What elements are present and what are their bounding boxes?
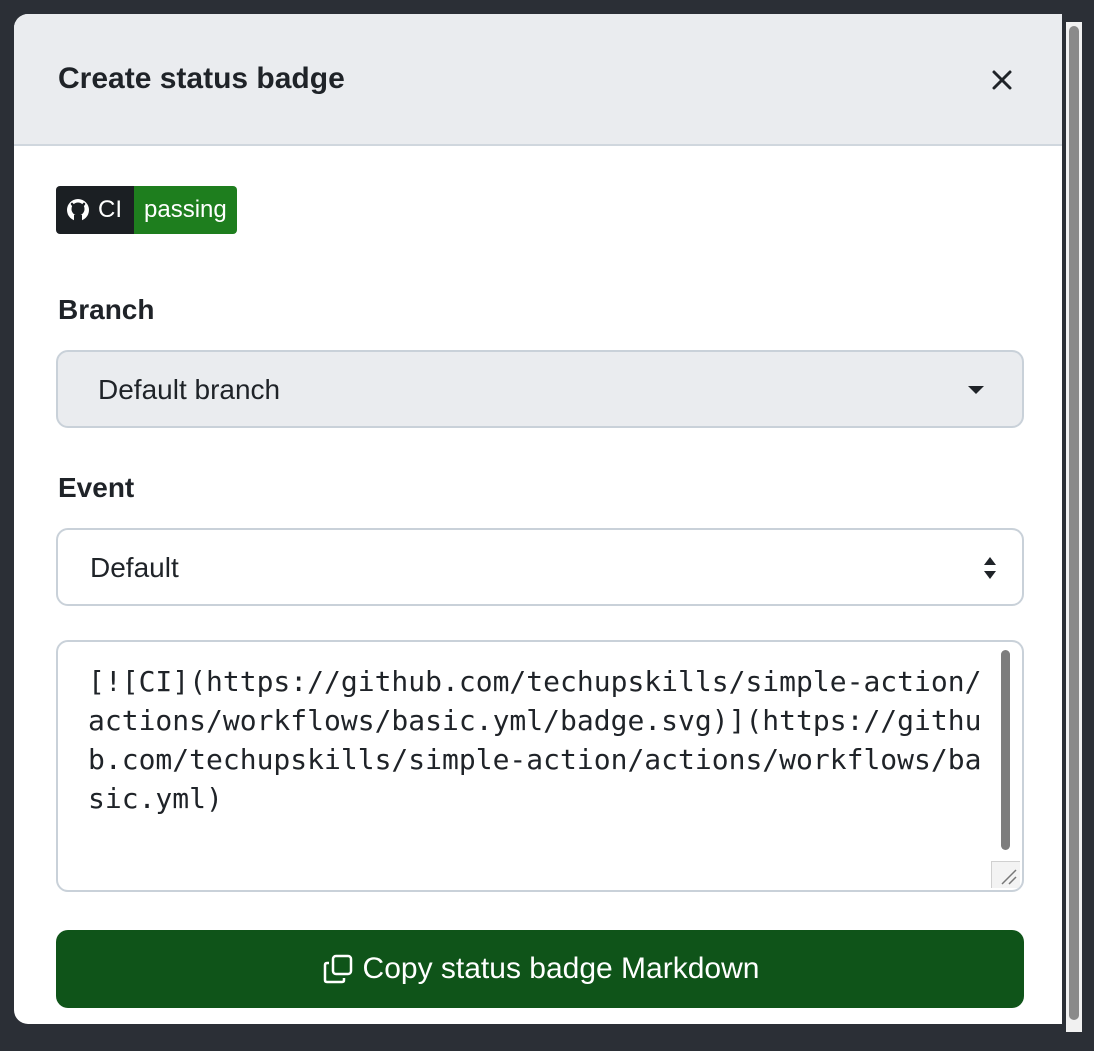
status-badge-dialog: Create status badge CI passing Branch De… [14,14,1062,1024]
markdown-textarea[interactable]: [![CI](https://github.com/techupskills/s… [56,640,1024,892]
event-select-value: Default [90,552,179,583]
copy-markdown-button[interactable]: Copy status badge Markdown [56,930,1024,1008]
textarea-resize-handle[interactable] [991,861,1020,888]
badge-status-section: passing [134,186,237,234]
branch-label: Branch [58,294,155,325]
chevron-down-icon [968,386,984,394]
badge-status: passing [144,196,227,223]
copy-icon [323,954,352,984]
textarea-scrollbar[interactable] [996,648,1014,858]
page-scrollbar[interactable] [1066,22,1082,1032]
event-label: Event [58,472,135,503]
branch-select[interactable]: Default branch [56,350,1024,428]
up-down-arrows-icon [984,557,996,579]
close-icon [992,70,1012,90]
status-badge-preview: CI passing [56,186,237,234]
copy-button-label: Copy status badge Markdown [362,952,760,985]
page-scrollbar-thumb[interactable] [1069,26,1079,1020]
branch-select-value: Default branch [98,374,281,405]
dialog-header: Create status badge [14,14,1062,146]
event-select[interactable]: Default [56,528,1024,606]
dialog-title: Create status badge [58,62,345,95]
badge-label: CI [98,196,122,223]
badge-label-section: CI [56,186,134,234]
close-button[interactable] [980,58,1024,102]
github-icon [67,199,89,221]
markdown-text[interactable]: [![CI](https://github.com/techupskills/s… [88,662,988,818]
resize-grip-icon [1001,869,1017,885]
textarea-scrollbar-thumb[interactable] [1001,650,1010,850]
